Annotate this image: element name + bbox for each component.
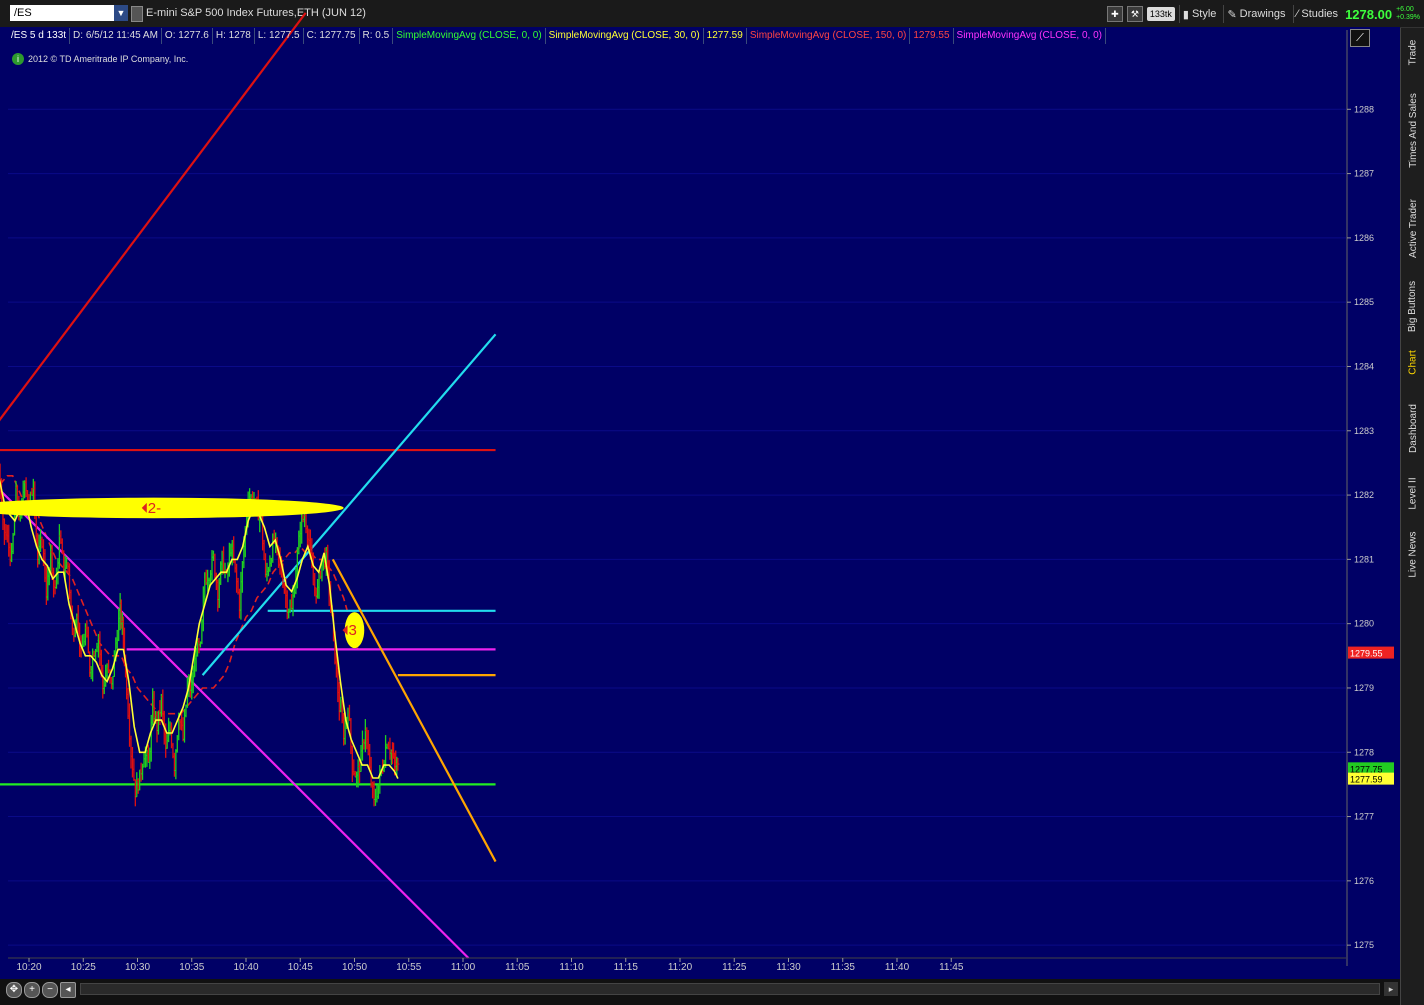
- tab-trade[interactable]: Trade: [1403, 30, 1423, 74]
- info-low: L: 1277.5: [255, 28, 304, 44]
- time-tick-label: 10:25: [71, 962, 96, 973]
- info-icon[interactable]: i: [12, 53, 24, 65]
- tab-dashboard[interactable]: Dashboard: [1403, 394, 1423, 462]
- tab-chart[interactable]: Chart: [1403, 344, 1423, 380]
- bottom-bar: ✥ + − ◂ ▸: [0, 979, 1400, 1005]
- time-tick-label: 11:45: [939, 962, 964, 973]
- time-tick-label: 10:20: [16, 962, 41, 973]
- price-tick-label: 1288: [1354, 104, 1374, 114]
- time-tick-label: 11:40: [885, 962, 910, 973]
- price-chart[interactable]: 1-2-3 1275127612771278127912801281128212…: [0, 0, 1400, 979]
- price-tick-label: 1276: [1354, 876, 1374, 886]
- price-tick-label: 1286: [1354, 233, 1374, 243]
- pan-icon[interactable]: ✥: [6, 982, 22, 998]
- scroll-right-icon[interactable]: ▸: [1384, 982, 1398, 996]
- time-tick-label: 10:50: [342, 962, 367, 973]
- time-tick-label: 10:30: [125, 962, 150, 973]
- zoom-out-icon[interactable]: −: [42, 982, 58, 998]
- study-sma2[interactable]: SimpleMovingAvg (CLOSE, 30, 0): [546, 28, 704, 44]
- price-tick-label: 1281: [1354, 554, 1374, 564]
- study-sma3[interactable]: SimpleMovingAvg (CLOSE, 150, 0): [747, 28, 911, 44]
- info-close: C: 1277.75: [304, 28, 360, 44]
- info-high: H: 1278: [213, 28, 255, 44]
- price-tick-label: 1284: [1354, 361, 1374, 371]
- price-tick-label: 1283: [1354, 426, 1374, 436]
- price-tick-label: 1275: [1354, 940, 1374, 950]
- info-date: D: 6/5/12 11:45 AM: [70, 28, 162, 44]
- time-tick-label: 11:20: [668, 962, 693, 973]
- time-tick-label: 11:25: [722, 962, 747, 973]
- time-tick-label: 10:45: [288, 962, 313, 973]
- time-tick-label: 10:40: [233, 962, 258, 973]
- info-open: O: 1277.6: [162, 28, 213, 44]
- time-tick-label: 10:35: [179, 962, 204, 973]
- study-sma2-value: 1277.59: [704, 28, 747, 44]
- time-tick-label: 11:10: [559, 962, 584, 973]
- right-sidebar: Trade Times And Sales Active Trader Big …: [1400, 28, 1424, 1005]
- price-tick-label: 1282: [1354, 490, 1374, 500]
- time-tick-label: 11:00: [451, 962, 476, 973]
- price-tick-label: 1280: [1354, 619, 1374, 629]
- price-label-text: 1277.59: [1350, 775, 1383, 785]
- study-sma3-value: 1279.55: [910, 28, 954, 44]
- tab-live-news[interactable]: Live News: [1403, 524, 1423, 584]
- copyright: i 2012 © TD Ameritrade IP Company, Inc.: [12, 53, 188, 65]
- copyright-text: 2012 © TD Ameritrade IP Company, Inc.: [28, 54, 189, 64]
- tab-big-buttons[interactable]: Big Buttons: [1403, 272, 1423, 340]
- time-tick-label: 11:35: [831, 962, 856, 973]
- info-symbol: /ES 5 d 133t: [8, 28, 71, 44]
- price-label-text: 1279.55: [1350, 649, 1383, 659]
- annotation-label: 2-: [148, 500, 161, 517]
- time-tick-label: 11:15: [614, 962, 639, 973]
- time-tick-label: 11:05: [505, 962, 530, 973]
- tab-active-trader[interactable]: Active Trader: [1403, 186, 1423, 270]
- price-tick-label: 1278: [1354, 747, 1374, 757]
- info-range: R: 0.5: [360, 28, 394, 44]
- price-tick-label: 1279: [1354, 683, 1374, 693]
- chart-settings-icon[interactable]: ⟋: [1350, 29, 1370, 47]
- scroll-left-icon[interactable]: ◂: [60, 982, 76, 998]
- time-tick-label: 10:55: [396, 962, 421, 973]
- time-tick-label: 11:30: [776, 962, 801, 973]
- price-tick-label: 1287: [1354, 169, 1374, 179]
- chart-info-bar: /ES 5 d 133t D: 6/5/12 11:45 AM O: 1277.…: [8, 28, 1106, 44]
- tab-level-ii[interactable]: Level II: [1403, 468, 1423, 518]
- time-scrollbar[interactable]: [80, 983, 1380, 995]
- price-tick-label: 1285: [1354, 297, 1374, 307]
- tab-times-and-sales[interactable]: Times And Sales: [1403, 80, 1423, 180]
- study-sma1[interactable]: SimpleMovingAvg (CLOSE, 0, 0): [393, 28, 546, 44]
- zoom-in-icon[interactable]: +: [24, 982, 40, 998]
- annotation-label: 3: [349, 622, 357, 639]
- price-tick-label: 1277: [1354, 812, 1374, 822]
- study-sma4[interactable]: SimpleMovingAvg (CLOSE, 0, 0): [954, 28, 1106, 44]
